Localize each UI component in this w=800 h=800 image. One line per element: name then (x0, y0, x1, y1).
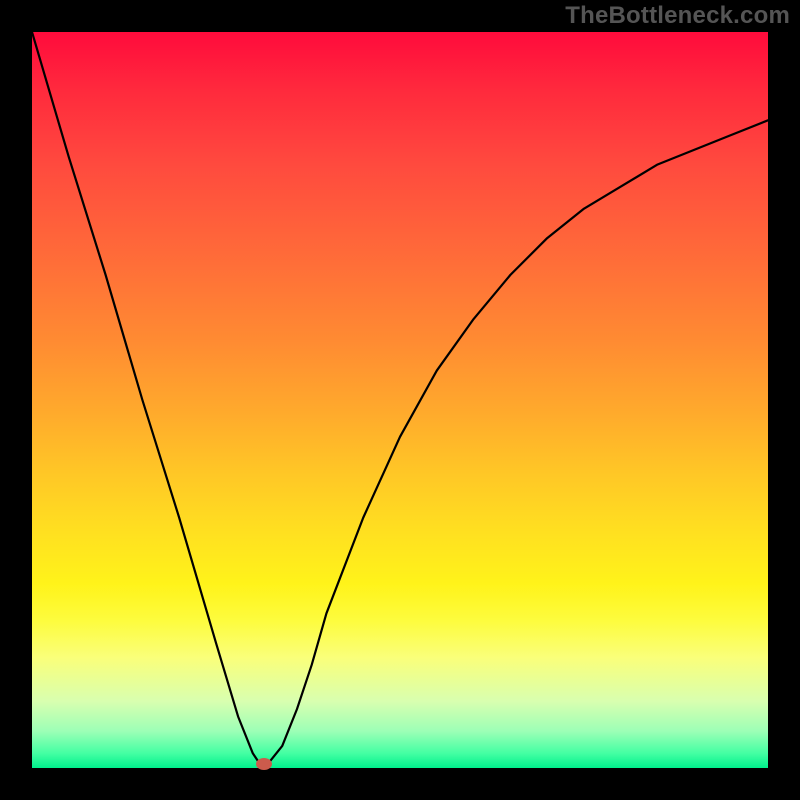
chart-frame: TheBottleneck.com (0, 0, 800, 800)
plot-area (32, 32, 768, 768)
bottleneck-curve (32, 32, 768, 764)
curve-svg (32, 32, 768, 768)
watermark-text: TheBottleneck.com (565, 2, 790, 30)
minimum-marker (256, 758, 272, 770)
